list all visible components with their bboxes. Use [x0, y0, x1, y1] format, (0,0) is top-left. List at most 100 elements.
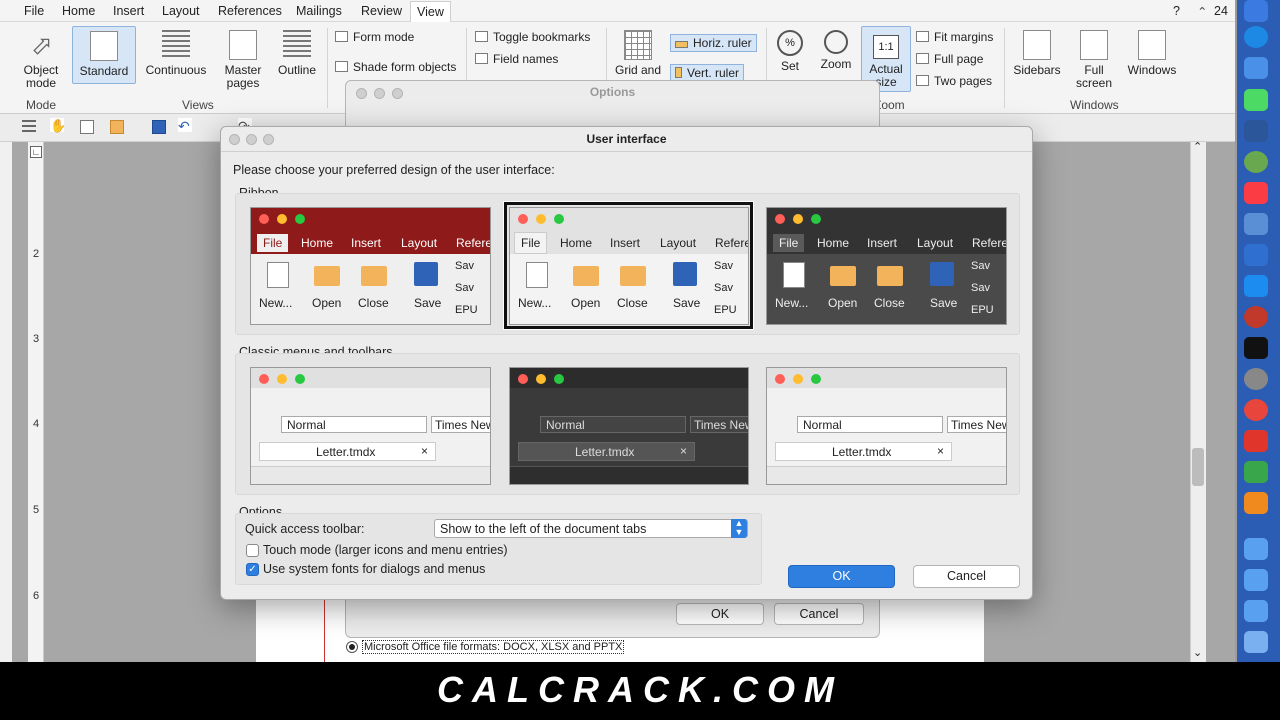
options-cancel-button[interactable]: Cancel: [774, 603, 864, 625]
object-mode-button[interactable]: ⬀ Object mode: [18, 30, 64, 90]
menu-review[interactable]: Review: [361, 4, 402, 18]
ruler-number: 5: [33, 504, 40, 516]
bookmark-icon: [475, 31, 488, 42]
outline-view-button[interactable]: Outline: [274, 30, 320, 77]
updown-chevron-icon: ▲ ▼: [731, 519, 747, 538]
sidebar-icon: [1023, 30, 1051, 60]
undo-icon[interactable]: ↶: [178, 118, 192, 134]
two-pages-icon: [916, 75, 929, 86]
menu-file[interactable]: File: [24, 4, 44, 18]
planmaker-icon[interactable]: [1244, 461, 1268, 483]
master-page-icon: [229, 30, 257, 60]
grid-button[interactable]: Grid and: [612, 30, 664, 77]
touch-mode-checkbox[interactable]: [246, 544, 259, 557]
safari-icon[interactable]: [1244, 26, 1268, 48]
ladybug-icon[interactable]: [1244, 306, 1268, 328]
menu-view[interactable]: View: [410, 1, 451, 22]
hand-icon[interactable]: ✋: [50, 118, 66, 133]
save-icon[interactable]: [152, 120, 166, 134]
word-icon[interactable]: [1244, 120, 1268, 142]
system-fonts-checkbox[interactable]: ✓: [246, 563, 259, 576]
windows-icon: [1138, 30, 1166, 60]
scroll-down-icon[interactable]: ⌄: [1193, 646, 1202, 659]
chrome-icon[interactable]: [1244, 399, 1268, 421]
music-icon[interactable]: [1244, 182, 1268, 204]
shade-form-objects-button[interactable]: Shade form objects: [335, 60, 456, 74]
dialog-title: User interface: [586, 132, 667, 146]
scrollbar-thumb[interactable]: [1192, 448, 1204, 486]
scroll-up-icon[interactable]: ⌃: [1193, 140, 1202, 153]
continuous-view-button[interactable]: Continuous: [142, 30, 210, 77]
form-icon: [335, 31, 348, 42]
set-zoom-button[interactable]: % Set: [772, 30, 808, 73]
zoom-button[interactable]: Zoom: [816, 30, 856, 71]
ribbon-red-preview[interactable]: File Home Insert Layout Refere New... Op…: [250, 207, 491, 325]
settings-gear-icon[interactable]: [1244, 368, 1268, 390]
options-ok-button[interactable]: OK: [676, 603, 764, 625]
presentations-icon[interactable]: [1244, 492, 1268, 514]
notification-badge: 24: [1214, 4, 1228, 18]
office-format-radio[interactable]: [346, 641, 358, 653]
app-store-icon[interactable]: [1244, 275, 1268, 297]
vertical-ruler: [28, 142, 44, 662]
app-dock: [1237, 0, 1280, 662]
grid-icon: [624, 30, 652, 60]
terminal-icon[interactable]: [1244, 337, 1268, 359]
form-mode-button[interactable]: Form mode: [335, 30, 414, 44]
sidebars-button[interactable]: Sidebars: [1010, 30, 1064, 77]
classic-alt-preview[interactable]: Normal Times New Letter.tmdx ×: [766, 367, 1007, 485]
vertical-scrollbar[interactable]: [1190, 142, 1206, 662]
new-document-icon[interactable]: [80, 120, 94, 134]
two-pages-button[interactable]: Two pages: [916, 74, 992, 88]
windows-button[interactable]: Windows: [1124, 30, 1180, 77]
cursor-arrow-icon: ⬀: [31, 30, 53, 60]
classic-light-preview[interactable]: Normal Times New Letter.tmdx ×: [250, 367, 491, 485]
downloads-folder-icon[interactable]: [1244, 569, 1268, 591]
app-icon[interactable]: [1244, 151, 1268, 173]
watermark-banner: CALCRACK.COM: [0, 662, 1280, 720]
menu-home[interactable]: Home: [62, 4, 95, 18]
horizontal-ruler-toggle[interactable]: Horiz. ruler: [670, 34, 757, 52]
tab-stop-icon[interactable]: ∟: [30, 146, 42, 158]
full-screen-icon: [1080, 30, 1108, 60]
ok-button[interactable]: OK: [788, 565, 895, 588]
toggle-bookmarks-button[interactable]: Toggle bookmarks: [475, 30, 590, 44]
touch-mode-label: Touch mode (larger icons and menu entrie…: [263, 543, 508, 557]
master-pages-button[interactable]: Master pages: [218, 30, 268, 90]
app-icon[interactable]: [1244, 244, 1268, 266]
ruler-number: 2: [33, 248, 40, 260]
full-page-button[interactable]: Full page: [916, 52, 983, 66]
percent-magnifier-icon: %: [777, 30, 803, 56]
actual-size-icon: 1:1: [873, 35, 899, 59]
ribbon-light-preview[interactable]: File Home Insert Layout Refere New... Op…: [509, 207, 749, 325]
full-page-icon: [916, 53, 929, 64]
documents-folder-icon[interactable]: [1244, 600, 1268, 622]
menu-insert[interactable]: Insert: [113, 4, 144, 18]
finder-icon[interactable]: [1244, 0, 1268, 22]
collapse-chevron-icon[interactable]: ⌃: [1197, 4, 1207, 19]
textmaker-icon[interactable]: [1244, 430, 1268, 452]
ribbon-dark-preview[interactable]: File Home Insert Layout Refere New... Op…: [766, 207, 1007, 325]
open-folder-icon[interactable]: [110, 120, 124, 134]
classic-dark-preview[interactable]: Normal Times New Letter.tmdx ×: [509, 367, 749, 485]
menu-lines-icon[interactable]: [22, 120, 36, 134]
ruler-number: 6: [33, 590, 40, 602]
group-label-mode: Mode: [26, 98, 57, 112]
mail-icon[interactable]: [1244, 57, 1268, 79]
menu-layout[interactable]: Layout: [162, 4, 200, 18]
menu-mailings[interactable]: Mailings: [296, 4, 342, 18]
cancel-button[interactable]: Cancel: [913, 565, 1020, 588]
field-names-button[interactable]: Field names: [475, 52, 558, 66]
standard-view-button[interactable]: Standard: [72, 26, 136, 84]
ruler-number: 3: [33, 333, 40, 345]
menu-references[interactable]: References: [218, 4, 282, 18]
messages-icon[interactable]: [1244, 89, 1268, 111]
full-screen-button[interactable]: Full screen: [1070, 30, 1118, 90]
qat-select[interactable]: Show to the left of the document tabs ▲ ▼: [434, 519, 748, 538]
qat-label: Quick access toolbar:: [245, 522, 365, 536]
stack-icon[interactable]: [1244, 631, 1268, 653]
help-button[interactable]: ?: [1173, 4, 1180, 18]
applications-folder-icon[interactable]: [1244, 538, 1268, 560]
fit-margins-button[interactable]: Fit margins: [916, 30, 993, 44]
app-icon[interactable]: [1244, 213, 1268, 235]
